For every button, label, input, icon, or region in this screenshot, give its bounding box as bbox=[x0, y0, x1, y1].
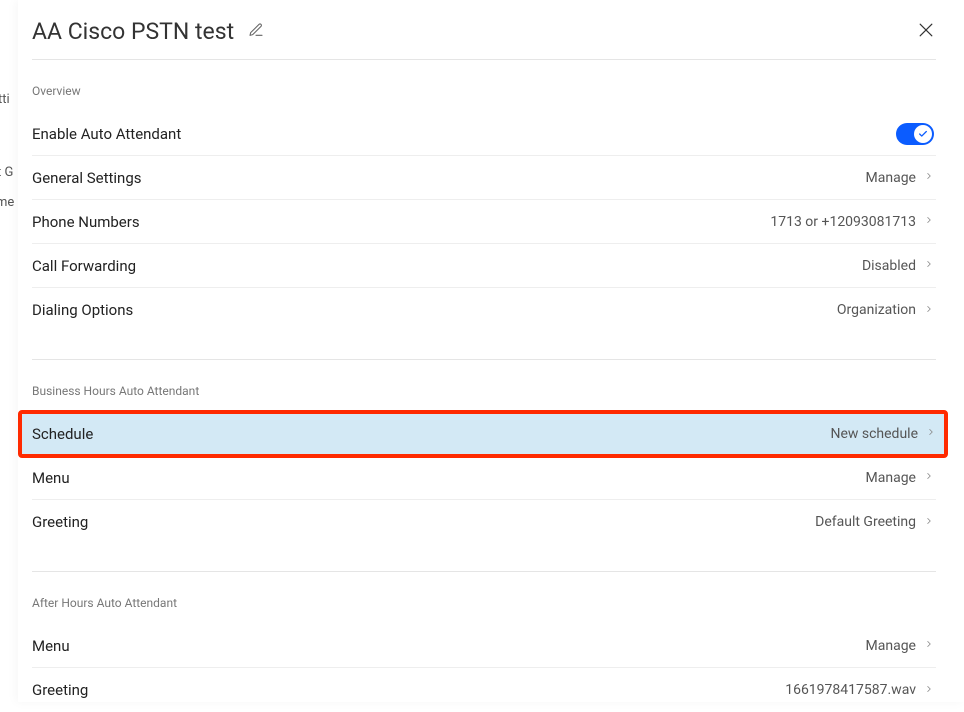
section-label-business-hours: Business Hours Auto Attendant bbox=[32, 384, 936, 398]
chevron-right-icon bbox=[924, 212, 934, 231]
row-value: Default Greeting bbox=[815, 514, 916, 530]
chevron-right-icon bbox=[924, 636, 934, 655]
row-label: Menu bbox=[32, 469, 70, 487]
row-value: Manage bbox=[866, 470, 916, 486]
row-label: Menu bbox=[32, 637, 70, 655]
row-dialing-options[interactable]: Dialing Options Organization bbox=[32, 288, 936, 332]
row-label: Greeting bbox=[32, 681, 88, 699]
row-value: Manage bbox=[866, 638, 916, 654]
row-value: New schedule bbox=[830, 426, 918, 442]
row-enable-auto-attendant: Enable Auto Attendant bbox=[32, 112, 936, 156]
row-label: Phone Numbers bbox=[32, 213, 140, 231]
row-after-menu[interactable]: Menu Manage bbox=[32, 624, 936, 668]
row-after-greeting[interactable]: Greeting 1661978417587.wav bbox=[32, 668, 936, 712]
row-business-menu[interactable]: Menu Manage bbox=[32, 456, 936, 500]
section-label-after-hours: After Hours Auto Attendant bbox=[32, 596, 936, 610]
row-label: General Settings bbox=[32, 169, 142, 187]
row-value: Organization bbox=[837, 302, 916, 318]
row-label: Greeting bbox=[32, 513, 88, 531]
row-label: Enable Auto Attendant bbox=[32, 125, 181, 143]
chevron-right-icon bbox=[924, 168, 934, 187]
enable-toggle[interactable] bbox=[896, 123, 934, 145]
row-value: 1661978417587.wav bbox=[785, 682, 916, 698]
chevron-right-icon bbox=[924, 468, 934, 487]
row-value: 1713 or +12093081713 bbox=[770, 214, 916, 230]
row-label: Dialing Options bbox=[32, 301, 133, 319]
section-label-overview: Overview bbox=[32, 84, 936, 98]
chevron-right-icon bbox=[924, 681, 934, 700]
close-icon[interactable] bbox=[916, 20, 936, 44]
chevron-right-icon bbox=[926, 424, 936, 443]
row-schedule[interactable]: Schedule New schedule bbox=[22, 412, 946, 456]
row-label: Schedule bbox=[32, 425, 93, 443]
row-label: Call Forwarding bbox=[32, 257, 136, 275]
row-phone-numbers[interactable]: Phone Numbers 1713 or +12093081713 bbox=[32, 200, 936, 244]
chevron-right-icon bbox=[924, 256, 934, 275]
edit-icon[interactable] bbox=[248, 22, 264, 42]
panel-header: AA Cisco PSTN test bbox=[32, 18, 936, 45]
background-partial-text: tti t G me bbox=[0, 0, 20, 702]
row-value: Manage bbox=[866, 170, 916, 186]
side-panel: AA Cisco PSTN test Overview Enable Auto … bbox=[18, 0, 964, 702]
page-title: AA Cisco PSTN test bbox=[32, 18, 234, 45]
row-general-settings[interactable]: General Settings Manage bbox=[32, 156, 936, 200]
row-value: Disabled bbox=[862, 258, 916, 274]
row-business-greeting[interactable]: Greeting Default Greeting bbox=[32, 500, 936, 544]
chevron-right-icon bbox=[924, 513, 934, 532]
chevron-right-icon bbox=[924, 301, 934, 320]
row-call-forwarding[interactable]: Call Forwarding Disabled bbox=[32, 244, 936, 288]
